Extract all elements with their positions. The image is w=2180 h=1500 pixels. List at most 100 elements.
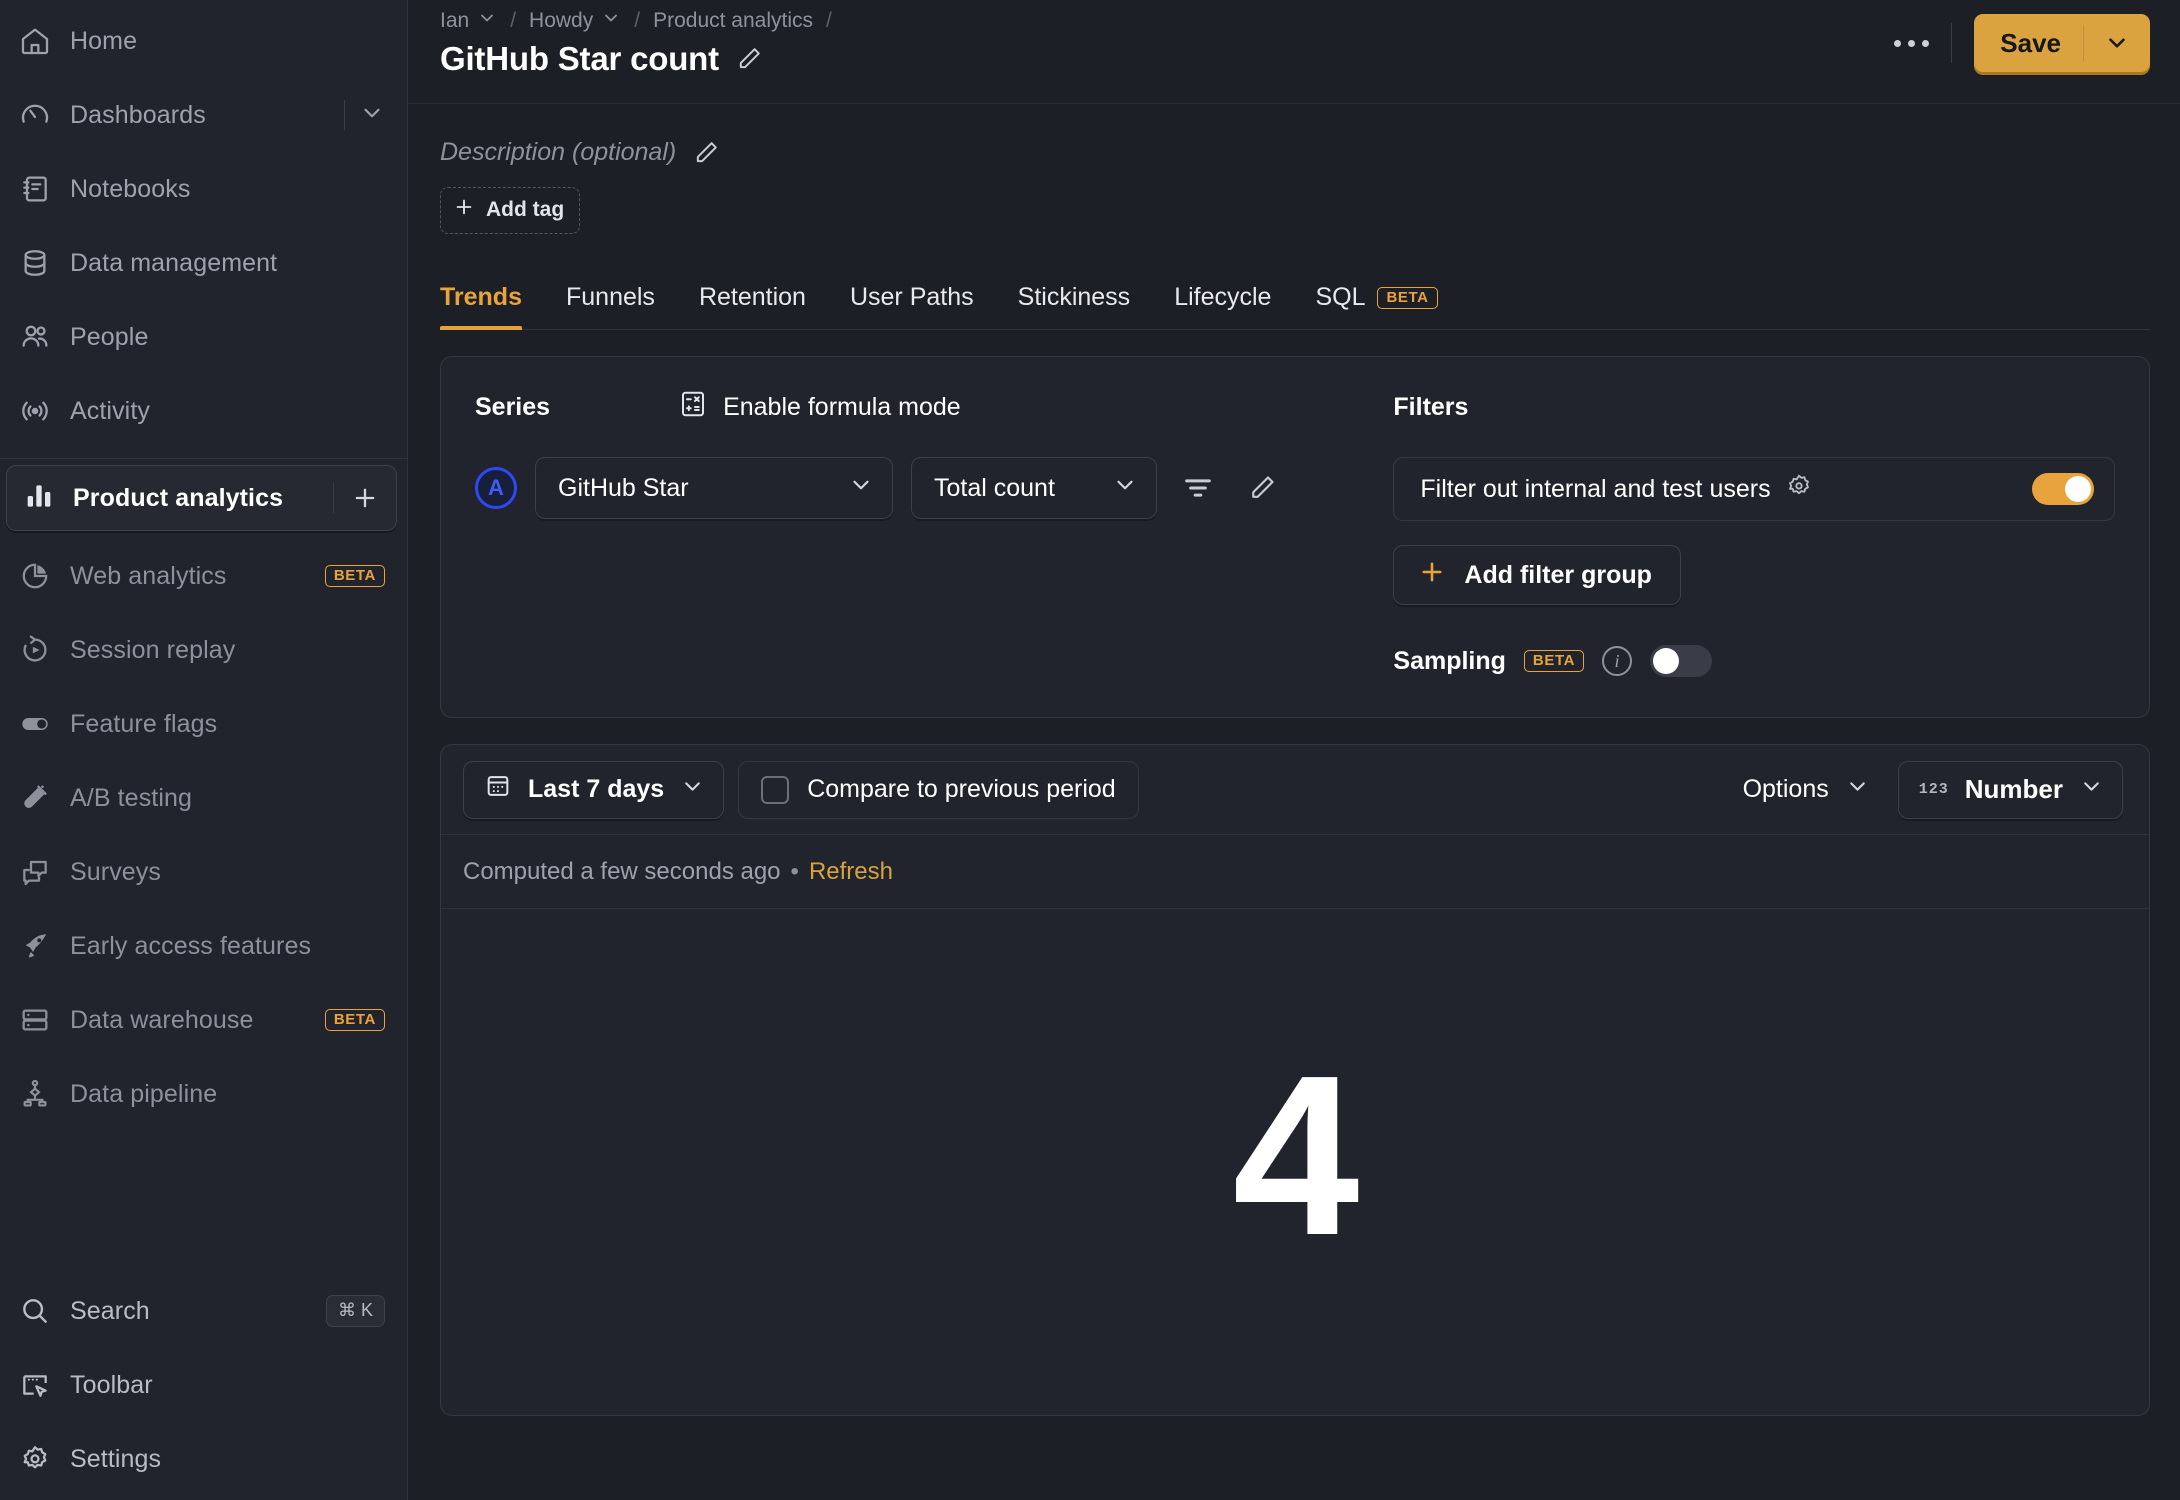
results-toolbar: Last 7 days Compare to previous period O… bbox=[441, 745, 2149, 835]
breadcrumb-item-org[interactable]: Ian bbox=[440, 8, 497, 34]
computed-text: Computed a few seconds ago bbox=[463, 857, 781, 885]
tab-label: User Paths bbox=[849, 283, 974, 311]
options-label: Options bbox=[1742, 775, 1829, 803]
compare-previous-period-checkbox[interactable]: Compare to previous period bbox=[738, 760, 1139, 819]
tab-retention[interactable]: Retention bbox=[677, 283, 828, 329]
sidebar-item-feature-flags[interactable]: Feature flags bbox=[0, 687, 407, 761]
breadcrumb-item-product[interactable]: Product analytics bbox=[653, 9, 813, 33]
refresh-button[interactable]: Refresh bbox=[809, 858, 893, 886]
sidebar-item-web-analytics[interactable]: Web analytics BETA bbox=[0, 539, 407, 613]
calculator-icon bbox=[678, 389, 708, 426]
tab-label: Stickiness bbox=[1017, 283, 1131, 311]
sidebar-item-data-management[interactable]: Data management bbox=[0, 226, 407, 300]
sampling-toggle[interactable] bbox=[1650, 645, 1713, 677]
query-editor-card: Series Enable formula mode A GitHub Star bbox=[440, 356, 2150, 718]
pencil-icon[interactable] bbox=[692, 139, 720, 167]
description-row[interactable]: Description (optional) bbox=[440, 138, 2150, 167]
internal-users-filter-toggle[interactable] bbox=[2032, 473, 2095, 505]
tab-label: Retention bbox=[698, 283, 806, 311]
sidebar-item-data-warehouse[interactable]: Data warehouse BETA bbox=[0, 983, 407, 1057]
chevron-down-icon[interactable] bbox=[359, 100, 385, 131]
sidebar-item-home[interactable]: Home bbox=[0, 4, 407, 78]
sidebar-item-ab-testing[interactable]: A/B testing bbox=[0, 761, 407, 835]
filters-title: Filters bbox=[1393, 392, 1469, 421]
series-math-select[interactable]: Total count bbox=[911, 457, 1157, 519]
computed-separator: • bbox=[790, 857, 799, 885]
sampling-row: Sampling BETA i bbox=[1393, 645, 2115, 677]
sidebar-item-search[interactable]: Search ⌘ K bbox=[0, 1274, 407, 1348]
enable-formula-mode-label: Enable formula mode bbox=[723, 392, 961, 421]
ellipsis-icon[interactable] bbox=[1879, 15, 1943, 71]
gear-icon[interactable] bbox=[1785, 472, 1813, 507]
save-dropdown-chevron-down-icon[interactable] bbox=[2084, 14, 2150, 72]
sidebar-item-session-replay[interactable]: Session replay bbox=[0, 613, 407, 687]
chevron-down-icon bbox=[848, 472, 874, 505]
filter-icon[interactable] bbox=[1175, 465, 1221, 511]
tab-funnels[interactable]: Funnels bbox=[544, 283, 677, 329]
add-filter-group-label: Add filter group bbox=[1464, 560, 1652, 589]
date-range-select[interactable]: Last 7 days bbox=[463, 760, 725, 819]
sidebar-item-notebooks[interactable]: Notebooks bbox=[0, 152, 407, 226]
big-number-value: 4 bbox=[1232, 1029, 1360, 1283]
sidebar-item-label: Data warehouse bbox=[70, 1005, 254, 1034]
internal-users-filter-row: Filter out internal and test users bbox=[1393, 457, 2116, 521]
series-letter-badge: A bbox=[475, 467, 517, 509]
enable-formula-mode-button[interactable]: Enable formula mode bbox=[678, 389, 961, 426]
divider bbox=[1951, 23, 1953, 63]
sidebar-item-early-access-features[interactable]: Early access features bbox=[0, 909, 407, 983]
sidebar-item-surveys[interactable]: Surveys bbox=[0, 835, 407, 909]
insight-tabs: Trends Funnels Retention User Paths Stic… bbox=[440, 264, 2150, 330]
plus-icon bbox=[453, 196, 475, 224]
dashboards-expand-group bbox=[344, 100, 385, 131]
replay-icon bbox=[18, 633, 52, 667]
sidebar-item-settings[interactable]: Settings bbox=[0, 1422, 407, 1496]
tab-user-paths[interactable]: User Paths bbox=[828, 283, 996, 329]
series-event-select[interactable]: GitHub Star bbox=[535, 457, 893, 519]
sidebar-item-people[interactable]: People bbox=[0, 300, 407, 374]
sidebar-item-product-analytics[interactable]: Product analytics bbox=[6, 465, 397, 531]
date-range-value: Last 7 days bbox=[528, 775, 665, 803]
sidebar-item-label: Feature flags bbox=[70, 709, 218, 738]
sidebar-item-label: A/B testing bbox=[70, 783, 192, 812]
sidebar-item-label: Activity bbox=[70, 396, 150, 425]
tab-lifecycle[interactable]: Lifecycle bbox=[1152, 283, 1293, 329]
sidebar-item-label: Product analytics bbox=[73, 483, 284, 512]
sidebar-item-toolbar[interactable]: Toolbar bbox=[0, 1348, 407, 1422]
chevron-down-icon bbox=[477, 8, 497, 34]
compare-previous-period-label: Compare to previous period bbox=[807, 775, 1116, 803]
add-filter-group-button[interactable]: Add filter group bbox=[1393, 545, 1681, 605]
breadcrumb-item-project[interactable]: Howdy bbox=[529, 8, 621, 34]
page-title: GitHub Star count bbox=[440, 40, 719, 77]
sidebar-item-dashboards[interactable]: Dashboards bbox=[0, 78, 407, 152]
toggle-knob bbox=[2065, 476, 2092, 502]
chevron-down-icon bbox=[1845, 774, 1870, 806]
options-button[interactable]: Options bbox=[1743, 774, 1870, 806]
add-insight-button[interactable] bbox=[348, 481, 382, 515]
sidebar-item-activity[interactable]: Activity bbox=[0, 374, 407, 448]
survey-icon bbox=[18, 855, 52, 889]
plus-icon bbox=[1418, 558, 1446, 593]
search-shortcut-kbd: ⌘ K bbox=[325, 1295, 385, 1327]
info-icon[interactable]: i bbox=[1602, 646, 1633, 676]
chart-type-select[interactable]: 123 Number bbox=[1897, 760, 2123, 819]
save-button[interactable]: Save bbox=[1974, 14, 2150, 72]
app-root: Home Dashboards Notebooks Data managemen… bbox=[0, 0, 2180, 1500]
badge-group: BETA bbox=[324, 565, 385, 587]
tab-label: Lifecycle bbox=[1174, 283, 1272, 311]
tab-stickiness[interactable]: Stickiness bbox=[996, 283, 1153, 329]
series-column: Series Enable formula mode A GitHub Star bbox=[475, 387, 1393, 677]
pencil-icon[interactable] bbox=[735, 45, 763, 73]
tab-sql[interactable]: SQL BETA bbox=[1293, 283, 1459, 329]
chart-type-value: Number bbox=[1964, 774, 2063, 804]
title-row: GitHub Star count bbox=[440, 40, 845, 78]
sidebar-item-data-pipeline[interactable]: Data pipeline bbox=[0, 1057, 407, 1131]
pencil-icon[interactable] bbox=[1239, 465, 1285, 511]
tab-label: Funnels bbox=[565, 283, 655, 311]
sidebar-item-label: Home bbox=[70, 26, 138, 55]
tab-trends[interactable]: Trends bbox=[440, 283, 544, 330]
sidebar-product-group: Web analytics BETA Session replay Featur… bbox=[0, 535, 407, 1135]
series-math-value: Total count bbox=[934, 473, 1055, 502]
add-tag-button[interactable]: Add tag bbox=[440, 187, 581, 234]
warehouse-icon bbox=[18, 1003, 52, 1037]
